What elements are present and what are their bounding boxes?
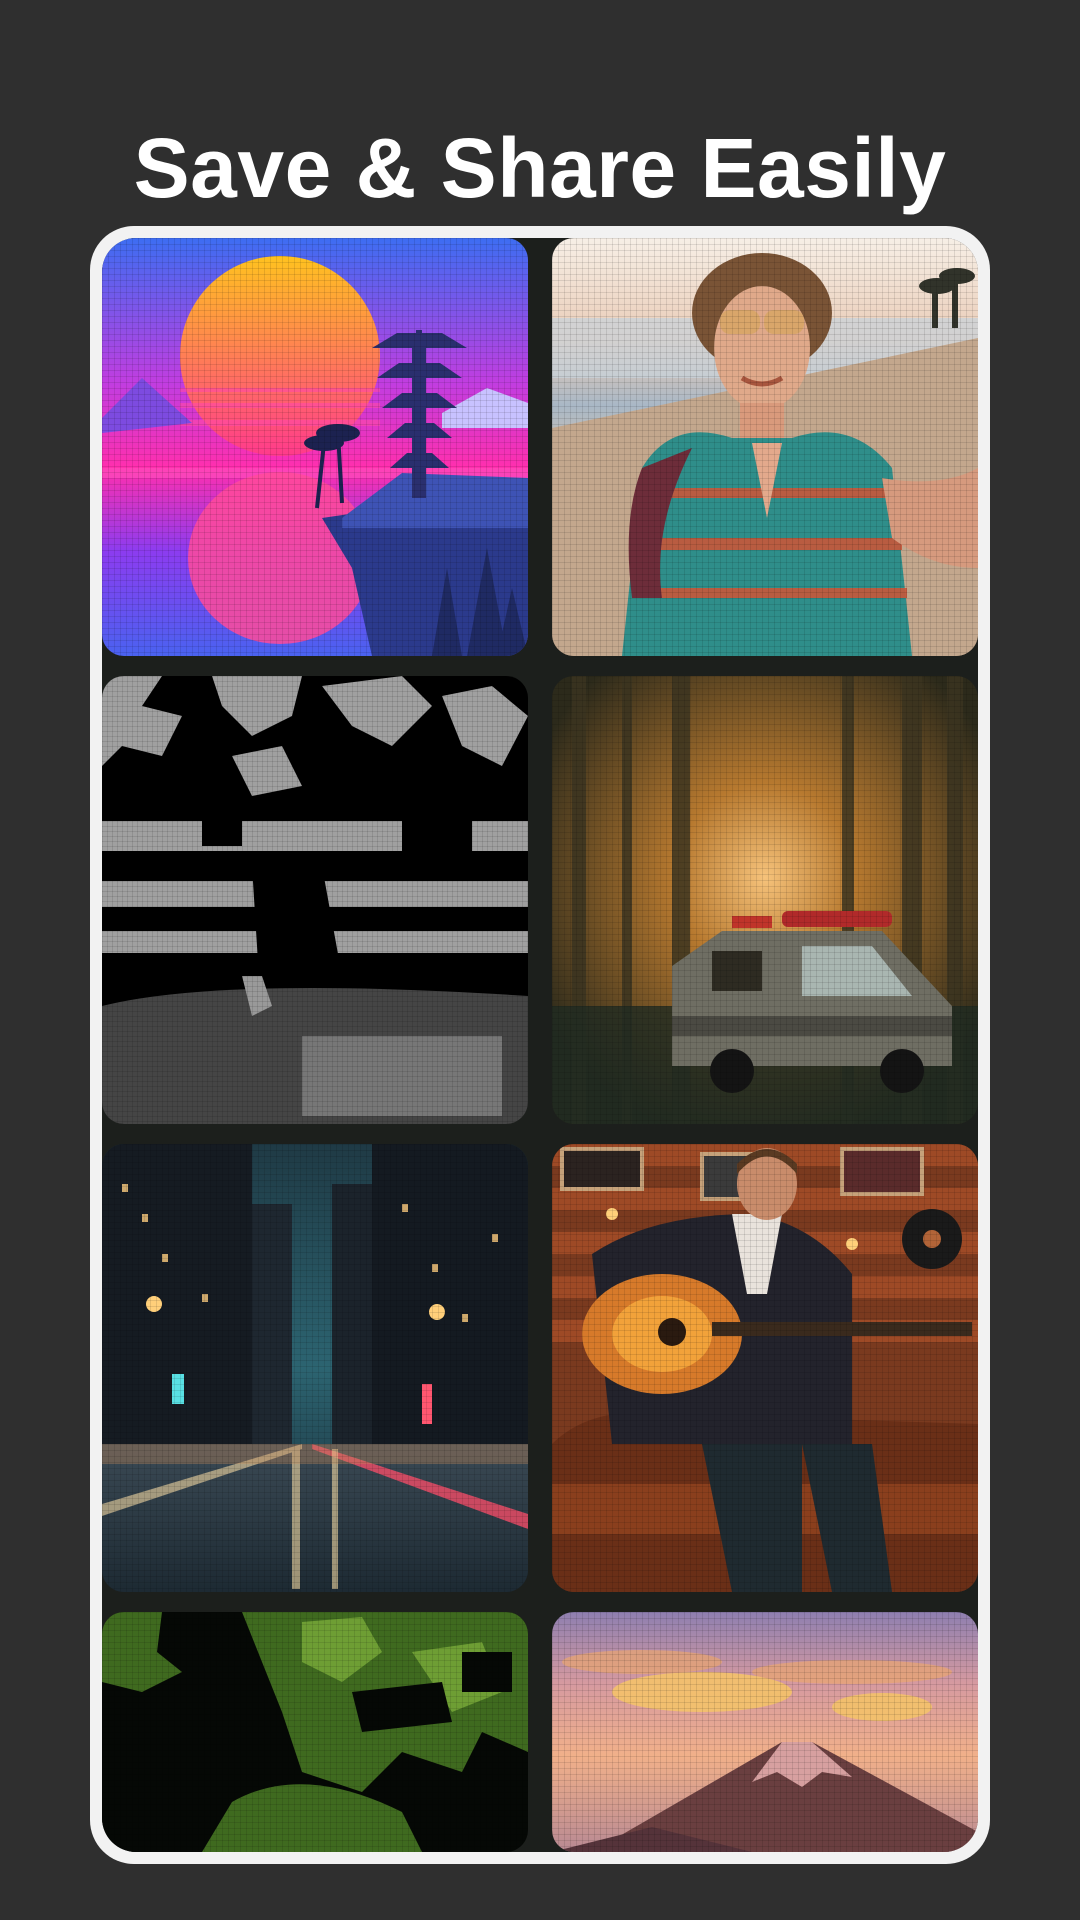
gallery-thumbnail-beach-selfie[interactable] xyxy=(552,238,978,656)
monochrome-park-image xyxy=(102,676,528,1124)
gallery-thumbnail-monochrome-park[interactable] xyxy=(102,676,528,1124)
phone-screen xyxy=(102,238,978,1852)
gallery-thumbnail-green-poster[interactable] xyxy=(102,1612,528,1852)
gallery-thumbnail-city-night[interactable] xyxy=(102,1144,528,1592)
guitarist-image xyxy=(552,1144,978,1592)
phone-frame xyxy=(90,226,990,1864)
promo-page: Save & Share Easily xyxy=(0,0,1080,1920)
gallery-thumbnail-synthwave[interactable] xyxy=(102,238,528,656)
gallery-thumbnail-mountain[interactable] xyxy=(552,1612,978,1852)
gallery-thumbnail-forest-van[interactable] xyxy=(552,676,978,1124)
beach-selfie-image xyxy=(552,238,978,656)
synthwave-image xyxy=(102,238,528,656)
mountain-image xyxy=(552,1612,978,1852)
headline: Save & Share Easily xyxy=(133,121,947,216)
city-night-image xyxy=(102,1144,528,1592)
gallery-thumbnail-guitarist[interactable] xyxy=(552,1144,978,1592)
green-poster-image xyxy=(102,1612,528,1852)
forest-van-image xyxy=(552,676,978,1124)
